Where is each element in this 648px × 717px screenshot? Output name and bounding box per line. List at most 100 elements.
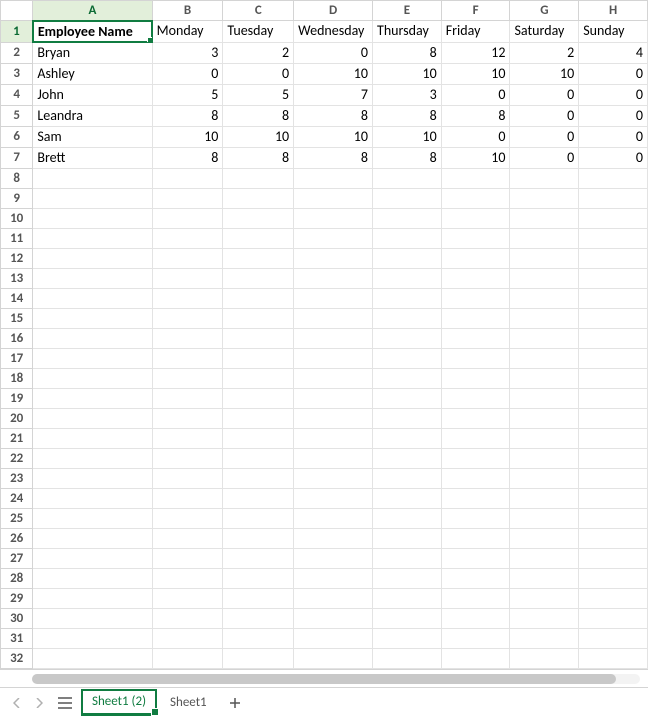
cell-C2[interactable]: 2: [223, 42, 294, 63]
row-header-2[interactable]: 2: [1, 42, 33, 63]
cell-E21[interactable]: [373, 428, 442, 448]
cell-C24[interactable]: [223, 488, 294, 508]
cell-B4[interactable]: 5: [152, 84, 223, 105]
cell-F16[interactable]: [441, 328, 510, 348]
cell-H2[interactable]: 4: [579, 42, 648, 63]
cell-B31[interactable]: [152, 628, 223, 648]
cell-H25[interactable]: [579, 508, 648, 528]
cell-A23[interactable]: [33, 468, 152, 488]
cell-H24[interactable]: [579, 488, 648, 508]
cell-E16[interactable]: [373, 328, 442, 348]
cell-B21[interactable]: [152, 428, 223, 448]
cell-F6[interactable]: 0: [441, 126, 510, 147]
cell-G6[interactable]: 0: [510, 126, 579, 147]
cell-H15[interactable]: [579, 308, 648, 328]
cell-H12[interactable]: [579, 248, 648, 268]
sheet-tab-1[interactable]: Sheet1: [160, 691, 217, 714]
cell-A29[interactable]: [33, 588, 152, 608]
cell-H8[interactable]: [579, 168, 648, 188]
cell-G30[interactable]: [510, 608, 579, 628]
tab-nav-next[interactable]: [30, 694, 48, 712]
cell-B26[interactable]: [152, 528, 223, 548]
row-header-24[interactable]: 24: [1, 488, 33, 508]
cell-F25[interactable]: [441, 508, 510, 528]
cell-F31[interactable]: [441, 628, 510, 648]
cell-A24[interactable]: [33, 488, 152, 508]
cell-H14[interactable]: [579, 288, 648, 308]
cell-H27[interactable]: [579, 548, 648, 568]
cell-A27[interactable]: [33, 548, 152, 568]
cell-C14[interactable]: [223, 288, 294, 308]
cell-D19[interactable]: [294, 388, 373, 408]
cell-G2[interactable]: 2: [510, 42, 579, 63]
cell-B25[interactable]: [152, 508, 223, 528]
cell-F9[interactable]: [441, 188, 510, 208]
cell-B24[interactable]: [152, 488, 223, 508]
cell-H28[interactable]: [579, 568, 648, 588]
cell-D21[interactable]: [294, 428, 373, 448]
row-header-16[interactable]: 16: [1, 328, 33, 348]
cell-F30[interactable]: [441, 608, 510, 628]
cell-B27[interactable]: [152, 548, 223, 568]
cell-G31[interactable]: [510, 628, 579, 648]
cell-A9[interactable]: [33, 188, 152, 208]
cell-H19[interactable]: [579, 388, 648, 408]
cell-D3[interactable]: 10: [294, 63, 373, 84]
cell-F17[interactable]: [441, 348, 510, 368]
row-header-19[interactable]: 19: [1, 388, 33, 408]
cell-A25[interactable]: [33, 508, 152, 528]
cell-C31[interactable]: [223, 628, 294, 648]
cell-D20[interactable]: [294, 408, 373, 428]
cell-E31[interactable]: [373, 628, 442, 648]
cell-D5[interactable]: 8: [294, 105, 373, 126]
cell-B17[interactable]: [152, 348, 223, 368]
cell-A22[interactable]: [33, 448, 152, 468]
col-header-G[interactable]: G: [510, 1, 579, 21]
cell-H16[interactable]: [579, 328, 648, 348]
cell-A10[interactable]: [33, 208, 152, 228]
cell-D32[interactable]: [294, 648, 373, 668]
row-header-20[interactable]: 20: [1, 408, 33, 428]
cell-B5[interactable]: 8: [152, 105, 223, 126]
cell-F22[interactable]: [441, 448, 510, 468]
cell-A20[interactable]: [33, 408, 152, 428]
cell-A4[interactable]: John: [33, 84, 152, 105]
cell-B12[interactable]: [152, 248, 223, 268]
select-all-corner[interactable]: [1, 1, 33, 21]
cell-B23[interactable]: [152, 468, 223, 488]
cell-E6[interactable]: 10: [373, 126, 442, 147]
cell-E19[interactable]: [373, 388, 442, 408]
cell-C17[interactable]: [223, 348, 294, 368]
cell-D15[interactable]: [294, 308, 373, 328]
cell-G15[interactable]: [510, 308, 579, 328]
cell-C5[interactable]: 8: [223, 105, 294, 126]
cell-C21[interactable]: [223, 428, 294, 448]
horizontal-scrollbar[interactable]: [0, 669, 648, 687]
cell-C27[interactable]: [223, 548, 294, 568]
cell-E5[interactable]: 8: [373, 105, 442, 126]
cell-G21[interactable]: [510, 428, 579, 448]
cell-A28[interactable]: [33, 568, 152, 588]
cell-C15[interactable]: [223, 308, 294, 328]
cell-C28[interactable]: [223, 568, 294, 588]
cell-B11[interactable]: [152, 228, 223, 248]
row-header-27[interactable]: 27: [1, 548, 33, 568]
cell-C6[interactable]: 10: [223, 126, 294, 147]
cell-B30[interactable]: [152, 608, 223, 628]
row-header-26[interactable]: 26: [1, 528, 33, 548]
cell-B18[interactable]: [152, 368, 223, 388]
cell-F1[interactable]: Friday: [441, 21, 510, 43]
cell-F4[interactable]: 0: [441, 84, 510, 105]
cell-B1[interactable]: Monday: [152, 21, 223, 43]
cell-F13[interactable]: [441, 268, 510, 288]
cell-F14[interactable]: [441, 288, 510, 308]
cell-A30[interactable]: [33, 608, 152, 628]
row-header-12[interactable]: 12: [1, 248, 33, 268]
row-header-6[interactable]: 6: [1, 126, 33, 147]
cell-D12[interactable]: [294, 248, 373, 268]
cell-H30[interactable]: [579, 608, 648, 628]
row-header-18[interactable]: 18: [1, 368, 33, 388]
cell-B22[interactable]: [152, 448, 223, 468]
cell-D27[interactable]: [294, 548, 373, 568]
cell-A18[interactable]: [33, 368, 152, 388]
